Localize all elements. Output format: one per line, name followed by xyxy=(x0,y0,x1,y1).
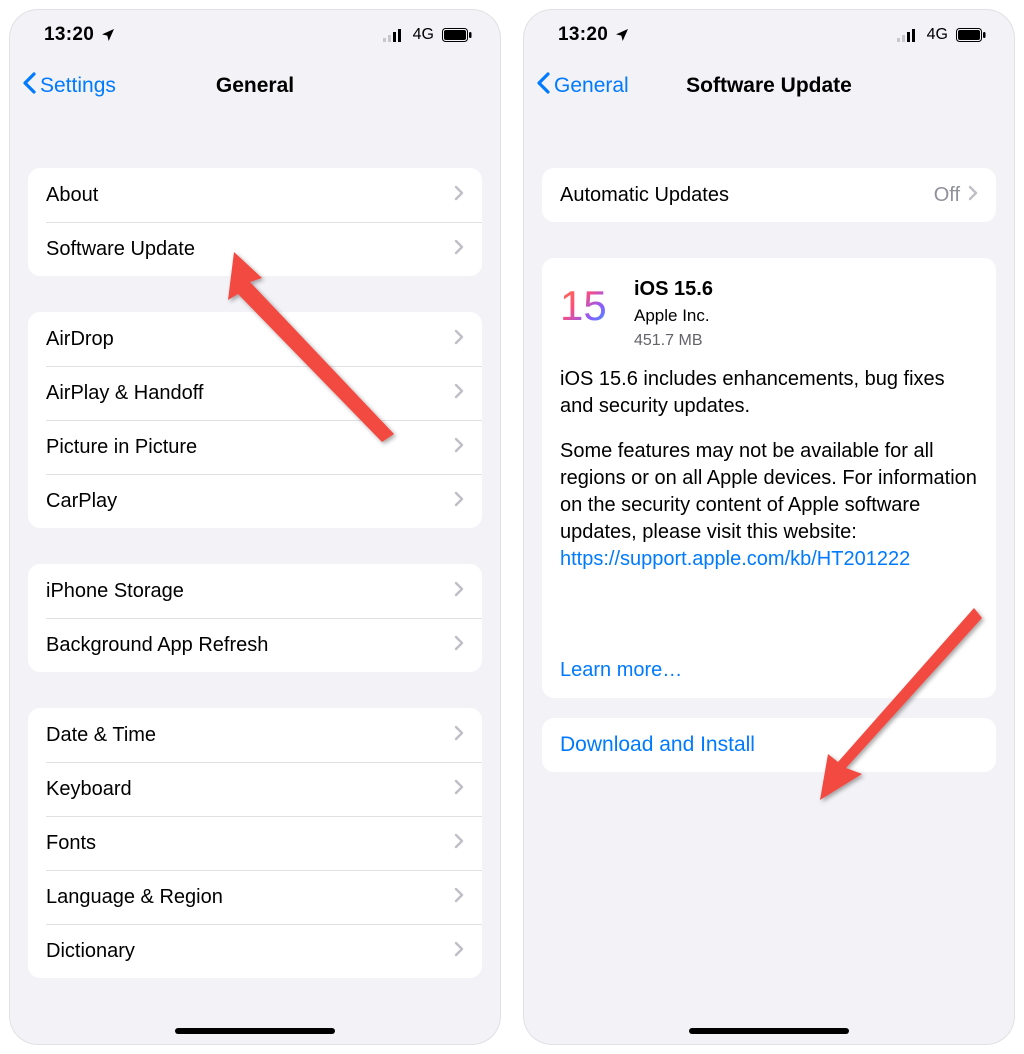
ios-15-icon: 15 xyxy=(560,276,618,334)
row-label: Language & Region xyxy=(46,886,454,909)
location-icon xyxy=(100,27,116,43)
chevron-right-icon xyxy=(454,580,464,603)
chevron-left-icon xyxy=(536,72,550,100)
row-date-time[interactable]: Date & Time xyxy=(28,708,482,762)
row-label: Fonts xyxy=(46,832,454,855)
update-scroll[interactable]: Automatic Updates Off 15 iOS 15.6 Apple … xyxy=(524,112,1014,1044)
row-background-app-refresh[interactable]: Background App Refresh xyxy=(28,618,482,672)
status-bar: 13:20 4G xyxy=(10,10,500,60)
auto-updates-group: Automatic Updates Off xyxy=(542,168,996,222)
phone-general-settings: 13:20 4G Settings General Ab xyxy=(10,10,500,1044)
update-description-1: iOS 15.6 includes enhancements, bug fixe… xyxy=(560,366,978,420)
update-details-card: 15 iOS 15.6 Apple Inc. 451.7 MB iOS 15.6… xyxy=(542,258,996,698)
chevron-right-icon xyxy=(454,328,464,351)
svg-text:15: 15 xyxy=(560,282,607,329)
row-label: Dictionary xyxy=(46,940,454,963)
nav-bar: Settings General xyxy=(10,60,500,112)
phone-software-update: 13:20 4G General Software Update xyxy=(524,10,1014,1044)
row-label: Date & Time xyxy=(46,724,454,747)
chevron-right-icon xyxy=(454,634,464,657)
row-software-update[interactable]: Software Update xyxy=(28,222,482,276)
status-time: 13:20 xyxy=(558,24,608,46)
update-size: 451.7 MB xyxy=(634,330,713,352)
home-indicator[interactable] xyxy=(689,1028,849,1034)
chevron-left-icon xyxy=(22,72,36,100)
back-label: Settings xyxy=(40,74,116,98)
row-label: Software Update xyxy=(46,238,454,261)
chevron-right-icon xyxy=(454,832,464,855)
row-label: Background App Refresh xyxy=(46,634,454,657)
back-button[interactable]: Settings xyxy=(22,72,116,100)
settings-group: iPhone Storage Background App Refresh xyxy=(28,564,482,672)
status-bar: 13:20 4G xyxy=(524,10,1014,60)
download-install-button[interactable]: Download and Install xyxy=(542,718,996,772)
row-value: Off xyxy=(934,184,960,207)
back-label: General xyxy=(554,74,629,98)
row-about[interactable]: About xyxy=(28,168,482,222)
row-label: CarPlay xyxy=(46,490,454,513)
cell-signal-icon xyxy=(897,28,917,42)
row-label: Automatic Updates xyxy=(560,184,934,207)
row-label: Picture in Picture xyxy=(46,436,454,459)
row-carplay[interactable]: CarPlay xyxy=(28,474,482,528)
chevron-right-icon xyxy=(968,184,978,207)
row-iphone-storage[interactable]: iPhone Storage xyxy=(28,564,482,618)
status-time: 13:20 xyxy=(44,24,94,46)
update-name: iOS 15.6 xyxy=(634,276,713,303)
row-airdrop[interactable]: AirDrop xyxy=(28,312,482,366)
row-keyboard[interactable]: Keyboard xyxy=(28,762,482,816)
row-label: AirPlay & Handoff xyxy=(46,382,454,405)
action-label: Download and Install xyxy=(560,733,978,757)
chevron-right-icon xyxy=(454,238,464,261)
row-label: iPhone Storage xyxy=(46,580,454,603)
update-security-link[interactable]: https://support.apple.com/kb/HT201222 xyxy=(560,548,910,570)
settings-group: AirDrop AirPlay & Handoff Picture in Pic… xyxy=(28,312,482,528)
settings-scroll[interactable]: About Software Update AirDrop AirPlay & … xyxy=(10,112,500,1044)
chevron-right-icon xyxy=(454,940,464,963)
chevron-right-icon xyxy=(454,724,464,747)
back-button[interactable]: General xyxy=(536,72,629,100)
home-indicator[interactable] xyxy=(175,1028,335,1034)
row-picture-in-picture[interactable]: Picture in Picture xyxy=(28,420,482,474)
nav-bar: General Software Update xyxy=(524,60,1014,112)
chevron-right-icon xyxy=(454,778,464,801)
row-label: About xyxy=(46,184,454,207)
action-group: Download and Install xyxy=(542,718,996,772)
network-label: 4G xyxy=(413,26,434,44)
row-automatic-updates[interactable]: Automatic Updates Off xyxy=(542,168,996,222)
chevron-right-icon xyxy=(454,886,464,909)
network-label: 4G xyxy=(927,26,948,44)
settings-group: Date & Time Keyboard Fonts Language & Re… xyxy=(28,708,482,978)
chevron-right-icon xyxy=(454,436,464,459)
chevron-right-icon xyxy=(454,184,464,207)
chevron-right-icon xyxy=(454,382,464,405)
battery-icon xyxy=(442,28,472,42)
update-vendor: Apple Inc. xyxy=(634,305,713,328)
row-language-region[interactable]: Language & Region xyxy=(28,870,482,924)
learn-more-link[interactable]: Learn more… xyxy=(560,657,978,684)
cell-signal-icon xyxy=(383,28,403,42)
location-icon xyxy=(614,27,630,43)
settings-group: About Software Update xyxy=(28,168,482,276)
row-label: AirDrop xyxy=(46,328,454,351)
row-airplay-handoff[interactable]: AirPlay & Handoff xyxy=(28,366,482,420)
chevron-right-icon xyxy=(454,490,464,513)
row-label: Keyboard xyxy=(46,778,454,801)
update-description-2: Some features may not be available for a… xyxy=(560,438,978,573)
battery-icon xyxy=(956,28,986,42)
row-fonts[interactable]: Fonts xyxy=(28,816,482,870)
row-dictionary[interactable]: Dictionary xyxy=(28,924,482,978)
